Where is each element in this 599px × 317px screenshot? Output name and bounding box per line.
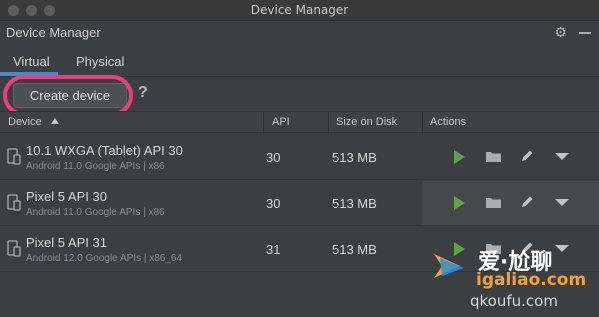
device-tablet-icon xyxy=(7,148,21,165)
folder-icon[interactable] xyxy=(486,151,501,162)
gear-icon[interactable]: ⚙ xyxy=(553,25,568,40)
chevron-down-icon[interactable] xyxy=(555,199,569,206)
column-header-device-label: Device xyxy=(8,116,42,128)
launch-play-icon[interactable] xyxy=(454,242,465,256)
column-header-actions: Actions xyxy=(430,116,467,128)
table-row[interactable]: 10.1 WXGA (Tablet) API 30 Android 11.0 G… xyxy=(0,135,599,180)
highlight-annotation xyxy=(3,75,133,116)
device-phone-icon xyxy=(7,194,21,211)
device-api: 31 xyxy=(266,242,281,257)
table-header: Device API Size on Disk Actions xyxy=(0,111,599,134)
edit-pencil-icon[interactable] xyxy=(520,149,534,163)
device-name: 10.1 WXGA (Tablet) API 30 xyxy=(26,143,183,158)
launch-play-icon[interactable] xyxy=(454,196,465,210)
chevron-down-icon[interactable] xyxy=(555,245,569,252)
device-api: 30 xyxy=(266,196,281,211)
column-divider[interactable] xyxy=(263,112,264,134)
table-row[interactable]: Pixel 5 API 30 Android 11.0 Google APIs … xyxy=(0,181,599,226)
watermark-secondary-domain: qkoufu.com xyxy=(470,292,558,310)
device-details: Android 11.0 Google APIs | x86 xyxy=(26,207,165,218)
window-title: Device Manager xyxy=(250,3,349,17)
window-titlebar: Device Manager xyxy=(0,0,599,21)
column-divider[interactable] xyxy=(328,112,329,134)
folder-icon[interactable] xyxy=(486,243,501,254)
edit-pencil-icon[interactable] xyxy=(520,241,534,255)
launch-play-icon[interactable] xyxy=(454,150,465,164)
chevron-down-icon[interactable] xyxy=(555,153,569,160)
device-name: Pixel 5 API 30 xyxy=(26,189,107,204)
toolwindow-title: Device Manager xyxy=(6,25,101,40)
tab-physical[interactable]: Physical xyxy=(76,54,124,69)
row-actions xyxy=(422,227,599,271)
device-type-tabs: Virtual Physical xyxy=(0,45,599,77)
device-size: 513 MB xyxy=(332,196,377,211)
minimize-icon[interactable] xyxy=(579,32,591,34)
device-details: Android 12.0 Google APIs | x86_64 xyxy=(26,253,183,264)
row-actions xyxy=(422,181,599,225)
sort-ascending-icon xyxy=(50,118,59,124)
device-api: 30 xyxy=(266,150,281,165)
device-size: 513 MB xyxy=(332,150,377,165)
column-divider[interactable] xyxy=(422,112,423,134)
help-icon[interactable]: ? xyxy=(138,84,148,102)
edit-pencil-icon[interactable] xyxy=(520,195,534,209)
column-header-device[interactable]: Device xyxy=(8,116,59,128)
folder-icon[interactable] xyxy=(486,197,501,208)
device-name: Pixel 5 API 31 xyxy=(26,235,107,250)
column-header-api[interactable]: API xyxy=(272,116,290,128)
device-size: 513 MB xyxy=(332,242,377,257)
row-actions xyxy=(422,135,599,179)
column-header-size[interactable]: Size on Disk xyxy=(336,116,397,128)
tab-virtual[interactable]: Virtual xyxy=(13,54,50,69)
device-details: Android 11.0 Google APIs | x86 xyxy=(26,161,165,172)
table-row[interactable]: Pixel 5 API 31 Android 12.0 Google APIs … xyxy=(0,227,599,272)
watermark-domain: igaliao.com xyxy=(476,270,587,290)
device-phone-icon xyxy=(7,240,21,257)
toolwindow-header: Device Manager ⚙ xyxy=(0,21,599,45)
